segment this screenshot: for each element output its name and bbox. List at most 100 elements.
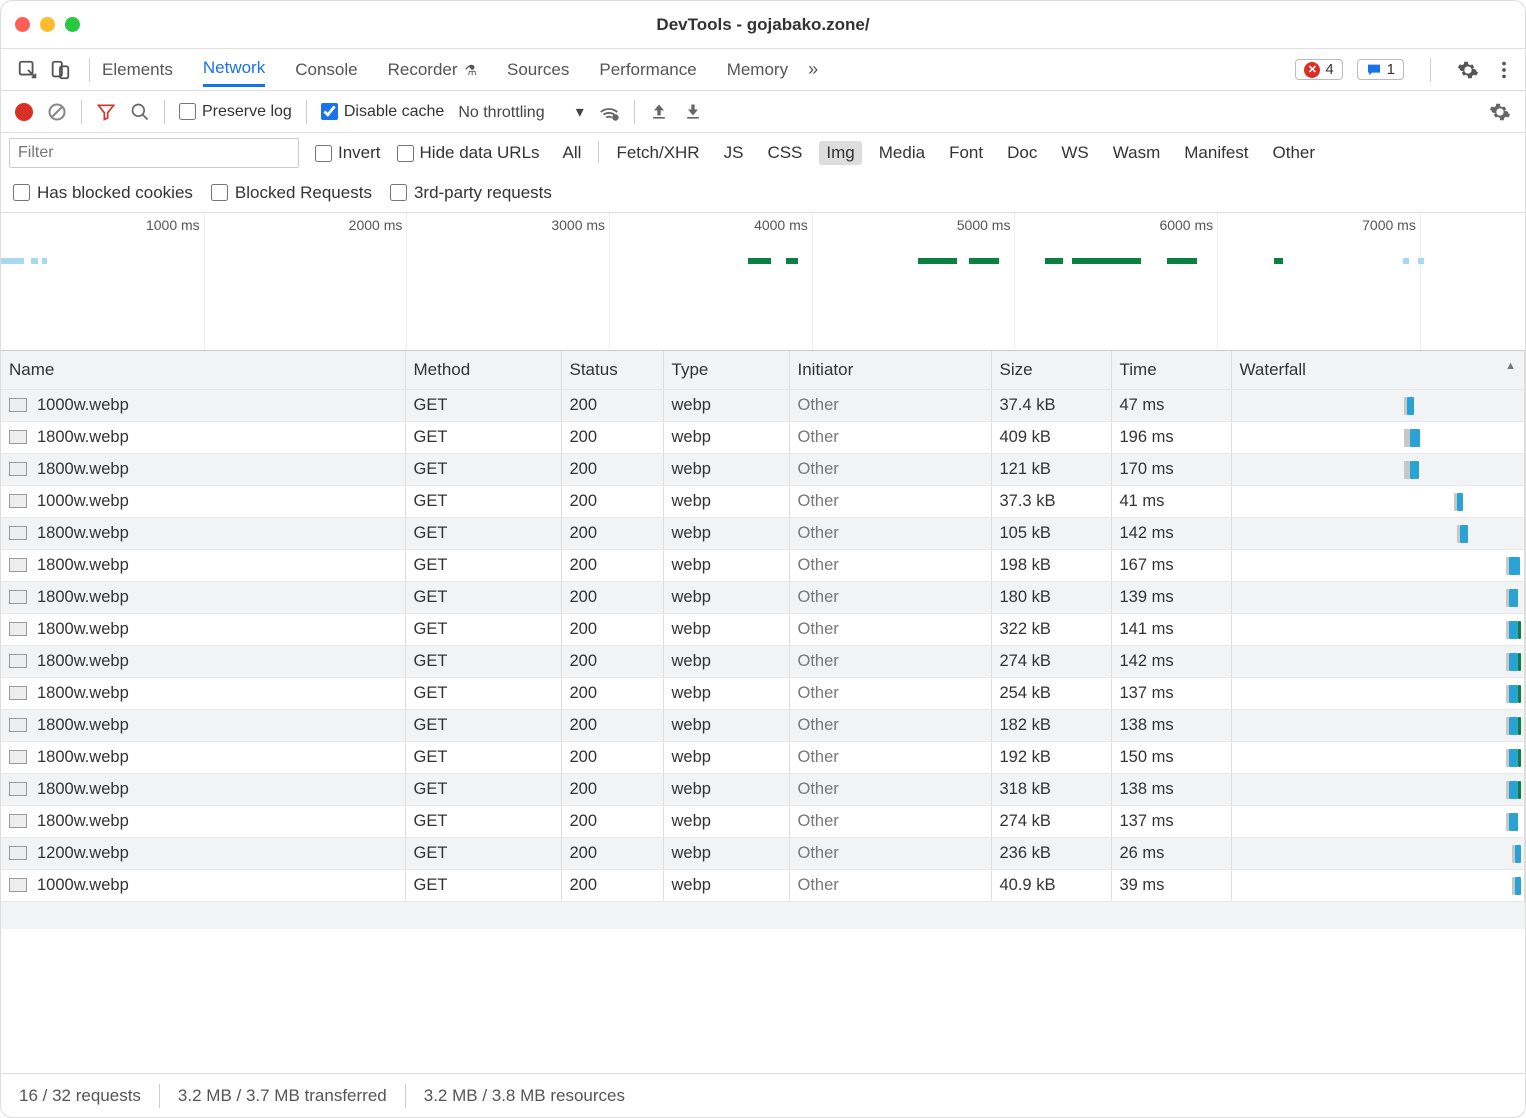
zoom-button[interactable] — [65, 17, 80, 32]
message-icon — [1366, 62, 1382, 78]
clear-icon[interactable] — [47, 102, 67, 122]
timeline-tick: 2000 ms — [349, 217, 407, 233]
filter-type-all[interactable]: All — [556, 141, 589, 165]
file-icon — [9, 622, 27, 636]
filter-bar: Invert Hide data URLs All Fetch/XHR JS CSS I… — [1, 133, 1525, 173]
request-row[interactable]: 1800w.webpGET200webpOther192 kB150 ms — [1, 741, 1525, 773]
tab-console[interactable]: Console — [295, 54, 357, 86]
network-conditions-icon[interactable] — [598, 101, 620, 123]
timeline-overview[interactable]: 1000 ms2000 ms3000 ms4000 ms5000 ms6000 … — [1, 213, 1525, 351]
tab-recorder[interactable]: Recorder ⚗ — [388, 54, 477, 86]
timeline-tick: 3000 ms — [551, 217, 609, 233]
col-type[interactable]: Type — [663, 351, 789, 389]
filter-type-media[interactable]: Media — [872, 141, 932, 165]
file-icon — [9, 782, 27, 796]
device-toggle-icon[interactable] — [49, 59, 71, 81]
messages-badge[interactable]: 1 — [1357, 59, 1404, 80]
hide-data-urls-checkbox[interactable]: Hide data URLs — [397, 143, 540, 163]
has-blocked-cookies-checkbox[interactable]: Has blocked cookies — [13, 183, 193, 203]
file-icon — [9, 846, 27, 860]
close-button[interactable] — [15, 17, 30, 32]
col-status[interactable]: Status — [561, 351, 663, 389]
filter-type-other[interactable]: Other — [1266, 141, 1323, 165]
throttling-select[interactable]: No throttling ▾ — [458, 102, 583, 122]
request-row[interactable]: 1800w.webpGET200webpOther322 kB141 ms — [1, 613, 1525, 645]
col-size[interactable]: Size — [991, 351, 1111, 389]
filter-type-manifest[interactable]: Manifest — [1177, 141, 1255, 165]
import-har-icon[interactable] — [649, 102, 669, 122]
more-tabs-icon[interactable]: » — [808, 59, 818, 80]
tabs-row: Elements Network Console Recorder ⚗ Sources P… — [1, 49, 1525, 91]
export-har-icon[interactable] — [683, 102, 703, 122]
disable-cache-checkbox[interactable]: Disable cache — [321, 103, 445, 121]
filter-type-doc[interactable]: Doc — [1000, 141, 1044, 165]
traffic-lights — [15, 17, 80, 32]
request-row[interactable]: 1800w.webpGET200webpOther121 kB170 ms — [1, 453, 1525, 485]
col-initiator[interactable]: Initiator — [789, 351, 991, 389]
request-row[interactable]: 1800w.webpGET200webpOther318 kB138 ms — [1, 773, 1525, 805]
flask-icon: ⚗ — [461, 62, 477, 78]
request-row[interactable]: 1800w.webpGET200webpOther409 kB196 ms — [1, 421, 1525, 453]
filter-type-fetch-xhr[interactable]: Fetch/XHR — [609, 141, 706, 165]
filter-type-js[interactable]: JS — [717, 141, 751, 165]
filter-type-font[interactable]: Font — [942, 141, 990, 165]
status-resources: 3.2 MB / 3.8 MB resources — [424, 1086, 625, 1106]
request-row[interactable]: 1200w.webpGET200webpOther236 kB26 ms — [1, 837, 1525, 869]
tab-performance[interactable]: Performance — [599, 54, 696, 86]
tab-memory[interactable]: Memory — [727, 54, 788, 86]
request-row[interactable]: 1800w.webpGET200webpOther254 kB137 ms — [1, 677, 1525, 709]
panel-tabs: Elements Network Console Recorder ⚗ Sources P… — [102, 52, 788, 87]
blocked-requests-checkbox[interactable]: Blocked Requests — [211, 183, 372, 203]
request-row[interactable]: 1800w.webpGET200webpOther274 kB142 ms — [1, 645, 1525, 677]
file-icon — [9, 558, 27, 572]
third-party-checkbox[interactable]: 3rd-party requests — [390, 183, 552, 203]
preserve-log-checkbox[interactable]: Preserve log — [179, 103, 292, 121]
col-time[interactable]: Time — [1111, 351, 1231, 389]
tab-sources[interactable]: Sources — [507, 54, 569, 86]
file-icon — [9, 462, 27, 476]
kebab-icon[interactable] — [1493, 59, 1515, 81]
tab-network[interactable]: Network — [203, 52, 265, 87]
network-toolbar: Preserve log Disable cache No throttling… — [1, 91, 1525, 133]
tab-elements[interactable]: Elements — [102, 54, 173, 86]
filter-type-ws[interactable]: WS — [1054, 141, 1095, 165]
request-row[interactable]: 1800w.webpGET200webpOther182 kB138 ms — [1, 709, 1525, 741]
file-icon — [9, 430, 27, 444]
timeline-tick: 1000 ms — [146, 217, 204, 233]
table-header-row: NameMethodStatusTypeInitiatorSizeTimeWat… — [1, 351, 1525, 389]
request-row[interactable]: 1000w.webpGET200webpOther40.9 kB39 ms — [1, 869, 1525, 901]
minimize-button[interactable] — [40, 17, 55, 32]
col-method[interactable]: Method — [405, 351, 561, 389]
window-title: DevTools - gojabako.zone/ — [1, 15, 1525, 35]
col-waterfall[interactable]: Waterfall▲ — [1231, 351, 1525, 389]
filter-type-wasm[interactable]: Wasm — [1106, 141, 1168, 165]
request-row[interactable]: 1800w.webpGET200webpOther198 kB167 ms — [1, 549, 1525, 581]
timeline-tick: 7000 ms — [1362, 217, 1420, 233]
error-icon: ✕ — [1304, 62, 1320, 78]
filter-type-css[interactable]: CSS — [760, 141, 809, 165]
filter-icon[interactable] — [96, 102, 116, 122]
request-row[interactable]: 1000w.webpGET200webpOther37.4 kB47 ms — [1, 389, 1525, 421]
file-icon — [9, 718, 27, 732]
errors-badge[interactable]: ✕4 — [1295, 59, 1342, 80]
file-icon — [9, 654, 27, 668]
request-row[interactable]: 1800w.webpGET200webpOther180 kB139 ms — [1, 581, 1525, 613]
file-icon — [9, 750, 27, 764]
sort-icon: ▲ — [1505, 360, 1516, 372]
filter-type-img[interactable]: Img — [819, 141, 861, 165]
inspect-icon[interactable] — [17, 59, 39, 81]
network-table[interactable]: NameMethodStatusTypeInitiatorSizeTimeWat… — [1, 351, 1525, 1073]
record-button[interactable] — [15, 103, 33, 121]
request-row[interactable]: 1000w.webpGET200webpOther37.3 kB41 ms — [1, 485, 1525, 517]
col-name[interactable]: Name — [1, 351, 405, 389]
network-settings-icon[interactable] — [1489, 101, 1511, 123]
settings-icon[interactable] — [1457, 59, 1479, 81]
request-row[interactable]: 1800w.webpGET200webpOther274 kB137 ms — [1, 805, 1525, 837]
file-icon — [9, 878, 27, 892]
devtools-window: DevTools - gojabako.zone/ Elements Networ… — [1, 1, 1525, 1117]
request-row[interactable]: 1800w.webpGET200webpOther105 kB142 ms — [1, 517, 1525, 549]
filter-input[interactable] — [9, 138, 299, 168]
search-icon[interactable] — [130, 102, 150, 122]
status-requests: 16 / 32 requests — [19, 1086, 141, 1106]
invert-checkbox[interactable]: Invert — [315, 143, 381, 163]
